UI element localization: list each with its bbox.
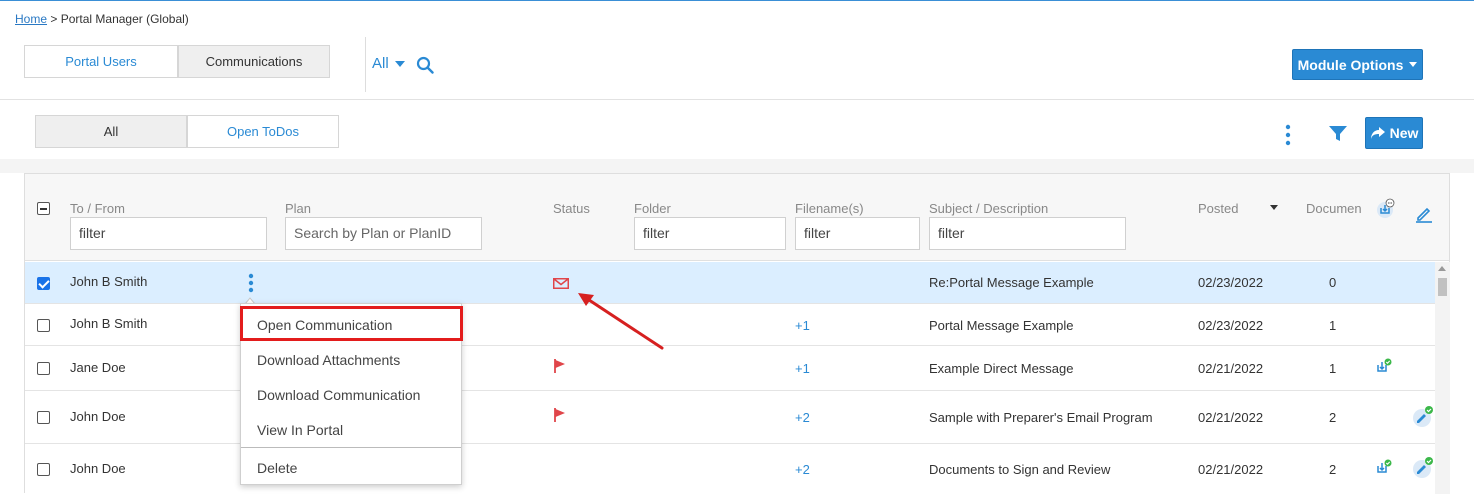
column-filenames[interactable]: Filename(s) [795, 201, 864, 216]
to-from-cell: John B Smith [70, 316, 148, 331]
scope-dropdown[interactable]: All [372, 55, 405, 72]
posted-cell: 02/23/2022 [1198, 275, 1264, 290]
subject-cell: Re:Portal Message Example [929, 275, 1094, 290]
scroll-thumb[interactable] [1438, 278, 1447, 296]
divider [365, 37, 366, 92]
to-from-cell: John Doe [70, 409, 126, 424]
download-complete-icon[interactable] [1374, 458, 1394, 478]
envelope-icon [553, 278, 569, 289]
menu-item-download-attachments[interactable]: Download Attachments [257, 352, 400, 368]
column-documents[interactable]: Documen [1306, 201, 1364, 216]
filenames-cell[interactable]: +2 [795, 462, 810, 477]
breadcrumb-home-link[interactable]: Home [15, 12, 47, 26]
tab-open-todos[interactable]: Open ToDos [187, 115, 339, 148]
posted-cell: 02/23/2022 [1198, 318, 1264, 333]
posted-cell: 02/21/2022 [1198, 410, 1264, 425]
menu-divider [241, 447, 461, 448]
grid-header: To / From filter Plan Search by Plan or … [25, 174, 1449, 261]
select-all-checkbox[interactable] [37, 202, 50, 215]
new-button[interactable]: New [1365, 117, 1423, 149]
plan-search-input[interactable]: Search by Plan or PlanID [285, 217, 482, 250]
filenames-cell[interactable]: +1 [795, 318, 810, 333]
breadcrumb: Home > Portal Manager (Global) [15, 12, 189, 26]
posted-cell: 02/21/2022 [1198, 361, 1264, 376]
subject-cell: Documents to Sign and Review [929, 462, 1111, 477]
highlight-box [240, 306, 463, 341]
download-status-icon[interactable] [1375, 198, 1395, 218]
row-actions-icon[interactable] [248, 273, 254, 293]
subject-filter-input[interactable]: filter [929, 217, 1126, 250]
more-options-icon[interactable] [1285, 124, 1291, 146]
menu-item-view-in-portal[interactable]: View In Portal [257, 422, 343, 438]
column-status[interactable]: Status [553, 201, 590, 216]
annotation-arrow [578, 293, 664, 350]
edit-signed-icon[interactable] [1412, 456, 1434, 478]
documents-cell: 1 [1329, 318, 1337, 333]
documents-cell: 2 [1329, 410, 1337, 425]
module-options-label: Module Options [1297, 56, 1404, 73]
subject-cell: Example Direct Message [929, 361, 1074, 376]
share-arrow-icon [1370, 127, 1385, 139]
table-row[interactable]: Jane Doe +1 Example Direct Message 02/21… [25, 346, 1435, 391]
sort-desc-icon[interactable] [1270, 205, 1278, 210]
top-tabs: Portal Users Communications [24, 45, 330, 78]
row-checkbox[interactable] [37, 362, 50, 375]
column-posted[interactable]: Posted [1198, 201, 1238, 216]
column-plan[interactable]: Plan [285, 201, 311, 216]
row-context-menu: Open Communication Download Attachments … [240, 303, 463, 485]
toolbar-band [0, 159, 1474, 173]
edit-icon[interactable] [1414, 204, 1434, 224]
search-icon[interactable] [416, 56, 434, 74]
row-checkbox[interactable] [37, 277, 50, 290]
communications-grid: To / From filter Plan Search by Plan or … [24, 173, 1450, 494]
subject-cell: Sample with Preparer's Email Program [929, 410, 1153, 425]
documents-cell: 1 [1329, 361, 1337, 376]
flag-icon [554, 408, 565, 422]
subject-cell: Portal Message Example [929, 318, 1074, 333]
filenames-cell[interactable]: +2 [795, 410, 810, 425]
breadcrumb-separator: > [50, 12, 58, 26]
tab-communications[interactable]: Communications [178, 45, 330, 78]
to-from-filter-input[interactable]: filter [70, 217, 267, 250]
grid-scrollbar[interactable] [1435, 262, 1450, 494]
new-button-label: New [1389, 125, 1419, 141]
to-from-cell: Jane Doe [70, 360, 126, 375]
to-from-cell: John B Smith [70, 274, 148, 289]
row-checkbox[interactable] [37, 463, 50, 476]
header-divider [0, 99, 1474, 100]
documents-cell: 0 [1329, 275, 1337, 290]
filter-icon[interactable] [1328, 125, 1348, 143]
download-complete-icon[interactable] [1374, 357, 1394, 377]
filenames-cell[interactable]: +1 [795, 361, 810, 376]
table-row[interactable]: John Doe +2 Documents to Sign and Review… [25, 444, 1435, 494]
column-to-from[interactable]: To / From [70, 201, 125, 216]
tab-portal-users[interactable]: Portal Users [24, 45, 178, 78]
flag-icon [554, 359, 565, 373]
menu-item-download-communication[interactable]: Download Communication [257, 387, 420, 403]
tab-all[interactable]: All [35, 115, 187, 148]
table-row[interactable]: John B Smith +1 Portal Message Example 0… [25, 304, 1435, 346]
column-folder[interactable]: Folder [634, 201, 671, 216]
posted-cell: 02/21/2022 [1198, 462, 1264, 477]
module-options-button[interactable]: Module Options [1292, 49, 1423, 80]
scroll-up-arrow[interactable] [1438, 266, 1446, 271]
table-row[interactable]: John B Smith Re:Portal Message Example 0… [25, 262, 1435, 304]
chevron-down-icon [1409, 62, 1418, 67]
folder-filter-input[interactable]: filter [634, 217, 786, 250]
documents-cell: 2 [1329, 462, 1337, 477]
table-row[interactable]: John Doe +2 Sample with Preparer's Email… [25, 391, 1435, 444]
filenames-filter-input[interactable]: filter [795, 217, 920, 250]
menu-item-delete[interactable]: Delete [257, 460, 297, 476]
breadcrumb-current: Portal Manager (Global) [60, 12, 189, 26]
row-checkbox[interactable] [37, 319, 50, 332]
row-checkbox[interactable] [37, 411, 50, 424]
to-from-cell: John Doe [70, 461, 126, 476]
chevron-down-icon [394, 60, 405, 67]
sub-tabs: All Open ToDos [35, 115, 339, 148]
edit-signed-icon[interactable] [1412, 405, 1434, 427]
scope-value: All [372, 55, 389, 72]
column-subject[interactable]: Subject / Description [929, 201, 1048, 216]
